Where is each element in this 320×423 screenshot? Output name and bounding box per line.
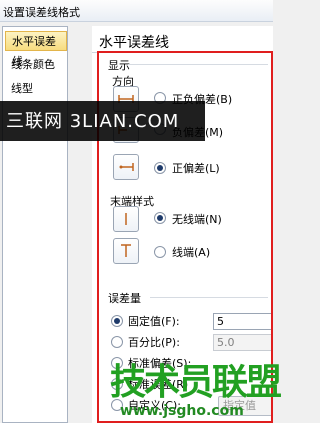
watermark-logo-text: 技术员联盟 <box>110 362 282 403</box>
window-title: 设置误差线格式 <box>3 6 80 19</box>
watermark-url: www.jsgho.com <box>120 403 244 419</box>
nav-item-label: 线条颜色 <box>11 58 55 71</box>
nav-item-line-style[interactable]: 线型 <box>5 79 67 99</box>
nav-item-label: 线型 <box>11 82 33 95</box>
panel-heading: 水平误差线 <box>99 35 169 51</box>
title-bar: 设置误差线格式 <box>0 0 273 22</box>
category-list: 水平误差线 线条颜色 线型 <box>2 26 68 423</box>
watermark: 技术员联盟 www.jsgho.com <box>98 353 282 423</box>
nav-item-line-color[interactable]: 线条颜色 <box>5 55 67 75</box>
nav-item-horizontal-error-bar[interactable]: 水平误差线 <box>5 31 67 68</box>
site-banner-overlay: 三联网 3LIAN.COM <box>0 101 205 141</box>
site-banner-text: 三联网 3LIAN.COM <box>6 111 180 132</box>
